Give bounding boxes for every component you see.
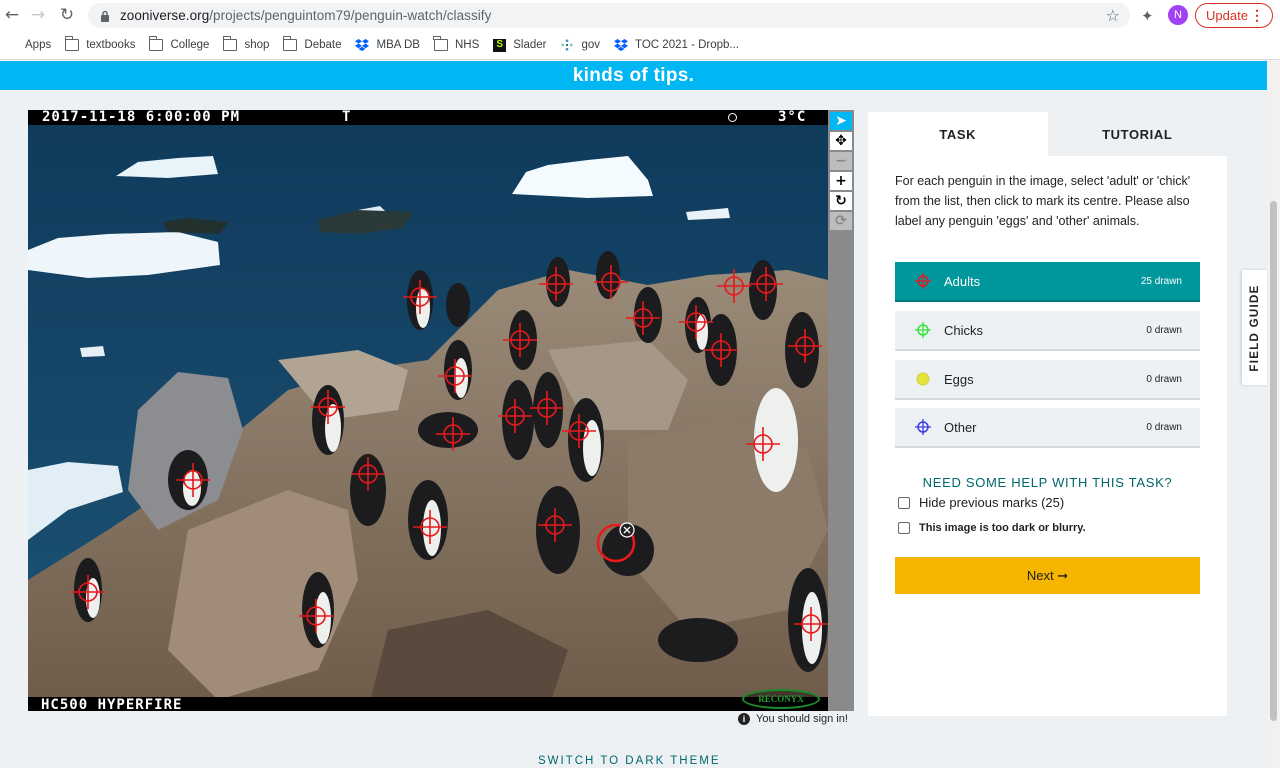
crosshair-icon — [915, 419, 931, 435]
checkbox-box[interactable] — [898, 522, 910, 534]
update-label: Update — [1206, 8, 1248, 23]
choice-label: Other — [944, 419, 977, 435]
egg-point-icon — [916, 372, 930, 386]
back-arrow-icon[interactable]: ← — [1, 4, 23, 26]
url-host: zooniverse.org — [120, 8, 210, 23]
choice-eggs[interactable]: Eggs 0 drawn — [895, 360, 1200, 400]
forward-arrow-icon[interactable]: → — [27, 4, 49, 26]
bookmark-label: MBA DB — [376, 39, 420, 51]
info-icon: i — [738, 713, 750, 725]
lock-icon — [101, 10, 109, 22]
field-guide-label: FIELD GUIDE — [1248, 283, 1261, 372]
bookmark-gov[interactable]: gov — [560, 39, 600, 51]
choice-count: 0 drawn — [1146, 324, 1182, 336]
page-banner: kinds of tips. — [0, 61, 1267, 90]
reload-icon[interactable]: ↻ — [56, 4, 78, 26]
bookmark-label: gov — [581, 39, 601, 51]
crosshair-icon — [915, 322, 931, 338]
apps-grid-icon — [4, 39, 18, 51]
zoom-out-icon[interactable]: − — [830, 152, 852, 170]
zoom-in-icon[interactable]: + — [830, 172, 852, 190]
reconyx-logo: RECONYX — [742, 689, 820, 709]
camera-flag: T — [342, 110, 352, 125]
profile-avatar[interactable]: N — [1168, 5, 1188, 25]
move-icon[interactable]: ✥ — [830, 132, 852, 150]
bookmark-star-icon[interactable]: ☆ — [1106, 6, 1120, 25]
address-bar[interactable]: zooniverse.org/projects/penguintom79/pen… — [88, 3, 1130, 28]
folder-icon — [148, 36, 164, 51]
crosshair-icon — [915, 273, 931, 289]
choice-label: Adults — [944, 273, 981, 289]
choice-count: 25 drawn — [1140, 275, 1182, 287]
folder-icon — [433, 36, 448, 51]
choice-chicks[interactable]: Chicks 0 drawn — [895, 311, 1200, 351]
camera-model: HC500 HYPERFIRE — [41, 697, 183, 711]
bookmark-slader[interactable]: S Slader — [493, 38, 547, 52]
bookmark-apps[interactable]: Apps — [4, 39, 51, 51]
too-dark-checkbox[interactable]: This image is too dark or blurry. — [898, 522, 1086, 534]
bookmark-label: shop — [244, 39, 270, 51]
camera-timestamp: 2017-11-18 6:00:00 PM — [42, 110, 241, 125]
checkbox-box[interactable] — [898, 496, 910, 509]
slader-icon: S — [493, 38, 507, 52]
reset-icon[interactable]: ⟳ — [830, 212, 852, 230]
bookmark-label: textbooks — [86, 39, 136, 51]
task-panel: TASK TUTORIAL For each penguin in the im… — [868, 112, 1227, 716]
bookmark-nhs[interactable]: NHS — [433, 36, 480, 51]
choice-adults[interactable]: Adults 25 drawn — [895, 262, 1200, 302]
next-button[interactable]: Next ➞ — [895, 557, 1200, 594]
bookmark-textbooks[interactable]: textbooks — [64, 36, 136, 51]
penguin-colony-photo — [28, 110, 828, 711]
switch-dark-theme-link[interactable]: SWITCH TO DARK THEME — [538, 755, 721, 767]
moon-phase-icon — [728, 113, 737, 122]
bookmark-label: Debate — [304, 39, 342, 51]
page-scrollbar[interactable] — [1267, 61, 1280, 768]
pointer-icon[interactable]: ➤ — [830, 112, 852, 130]
folder-icon — [282, 36, 298, 51]
hide-marks-checkbox[interactable]: Hide previous marks (25) — [898, 495, 1064, 510]
bookmark-label: Apps — [25, 39, 52, 51]
bookmark-label: College — [170, 39, 210, 51]
url-text: zooniverse.org/projects/penguintom79/pen… — [120, 8, 491, 23]
bookmark-college[interactable]: College — [148, 36, 210, 51]
choice-count: 0 drawn — [1146, 421, 1182, 433]
bookmark-label: NHS — [454, 39, 480, 51]
rotate-icon[interactable]: ↻ — [830, 192, 852, 210]
choice-label: Eggs — [944, 371, 974, 387]
task-instructions: For each penguin in the image, select 'a… — [895, 174, 1191, 228]
menu-dots-icon: ⋮ — [1250, 7, 1264, 23]
help-link[interactable]: NEED SOME HELP WITH THIS TASK? — [895, 475, 1200, 490]
extensions-puzzle-icon[interactable]: ✦ — [1141, 7, 1154, 25]
choice-other[interactable]: Other 0 drawn — [895, 408, 1200, 448]
panel-tabs: TASK TUTORIAL — [868, 112, 1227, 156]
sign-in-notice[interactable]: i You should sign in! — [738, 713, 848, 725]
update-button[interactable]: Update ⋮ — [1195, 3, 1273, 28]
url-path: /projects/penguintom79/penguin-watch/cla… — [209, 8, 492, 23]
dropbox-icon — [614, 39, 629, 51]
scrollbar-thumb[interactable] — [1270, 201, 1277, 721]
dropbox-icon — [355, 39, 370, 51]
choice-label: Chicks — [944, 322, 984, 338]
subject-image-viewer[interactable]: 2017-11-18 6:00:00 PM T 3°C HC500 HYPERF… — [28, 110, 828, 711]
gov-icon — [561, 39, 574, 51]
bookmark-mba-db[interactable]: MBA DB — [355, 39, 420, 51]
bookmark-debate[interactable]: Debate — [282, 36, 342, 51]
checkbox-label: Hide previous marks (25) — [919, 495, 1065, 510]
bookmark-label: Slader — [513, 39, 547, 51]
choice-count: 0 drawn — [1146, 373, 1182, 385]
folder-icon — [64, 36, 80, 51]
bookmark-label: TOC 2021 - Dropb... — [635, 39, 740, 51]
checkbox-label: This image is too dark or blurry. — [919, 522, 1086, 534]
browser-toolbar: ← → ↻ zooniverse.org/projects/penguintom… — [0, 0, 1280, 31]
viewer-toolbar: ➤ ✥ − + ↻ ⟳ — [828, 110, 854, 711]
bookmarks-bar: Apps textbooks College shop Debate MBA D… — [0, 31, 1280, 60]
sign-in-text: You should sign in! — [756, 713, 848, 725]
bookmark-toc-2021[interactable]: TOC 2021 - Dropb... — [614, 39, 739, 51]
field-guide-tab[interactable]: FIELD GUIDE — [1242, 270, 1267, 385]
tab-task[interactable]: TASK — [868, 112, 1048, 156]
folder-icon — [222, 36, 238, 51]
camera-temperature: 3°C — [778, 110, 807, 125]
tab-tutorial[interactable]: TUTORIAL — [1047, 112, 1227, 156]
bookmark-shop[interactable]: shop — [222, 36, 270, 51]
